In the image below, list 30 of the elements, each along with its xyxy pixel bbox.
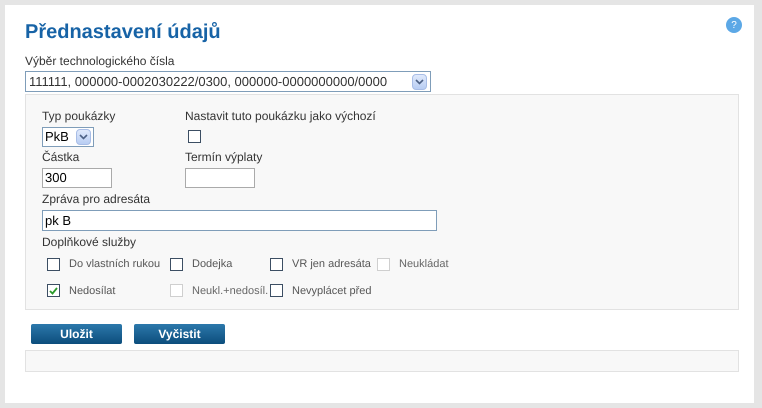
- amount-field[interactable]: 300: [42, 168, 112, 188]
- message-field[interactable]: pk B: [42, 210, 437, 231]
- checkbox-label: Dodejka: [192, 257, 232, 272]
- field-label: Nastavit tuto poukázku jako výchozí: [185, 109, 376, 123]
- checkbox-label: Do vlastních rukou: [69, 257, 160, 272]
- field-label: Typ poukázky: [42, 109, 116, 123]
- field-label: Termín výplaty: [185, 150, 262, 164]
- checkbox[interactable]: [270, 284, 283, 298]
- action-button[interactable]: Uložit: [31, 324, 122, 344]
- dropdown-caret-icon: [76, 129, 91, 145]
- checkbox[interactable]: [188, 130, 201, 143]
- page-title: Přednastavení údajů: [25, 20, 221, 45]
- account-select[interactable]: 111111, 000000-0002030222/0300, 000000-0000000000/0000: [25, 71, 431, 92]
- checkbox-label: Nedosílat: [69, 284, 116, 298]
- checkbox-label: Neukládat: [399, 257, 449, 272]
- checkbox-label: Neukl.+nedosíl.: [192, 284, 268, 298]
- field-label: Výběr technologického čísla: [25, 54, 176, 68]
- checkbox[interactable]: [47, 258, 60, 271]
- dropdown-caret-icon: [412, 74, 427, 90]
- checkbox[interactable]: [270, 258, 283, 271]
- checkbox-label: Nevyplácet před: [292, 284, 372, 298]
- action-button[interactable]: Vyčistit: [134, 324, 225, 344]
- checkbox[interactable]: [170, 258, 183, 271]
- field-label: Doplňkové služby: [42, 235, 138, 249]
- field-label: Částka: [42, 150, 80, 164]
- type-select[interactable]: PkB: [42, 127, 94, 147]
- field-label: Zpráva pro adresáta: [42, 192, 152, 206]
- checkbox-label: VR jen adresáta: [292, 257, 371, 272]
- date-field[interactable]: [185, 168, 255, 188]
- checkbox[interactable]: [47, 284, 60, 298]
